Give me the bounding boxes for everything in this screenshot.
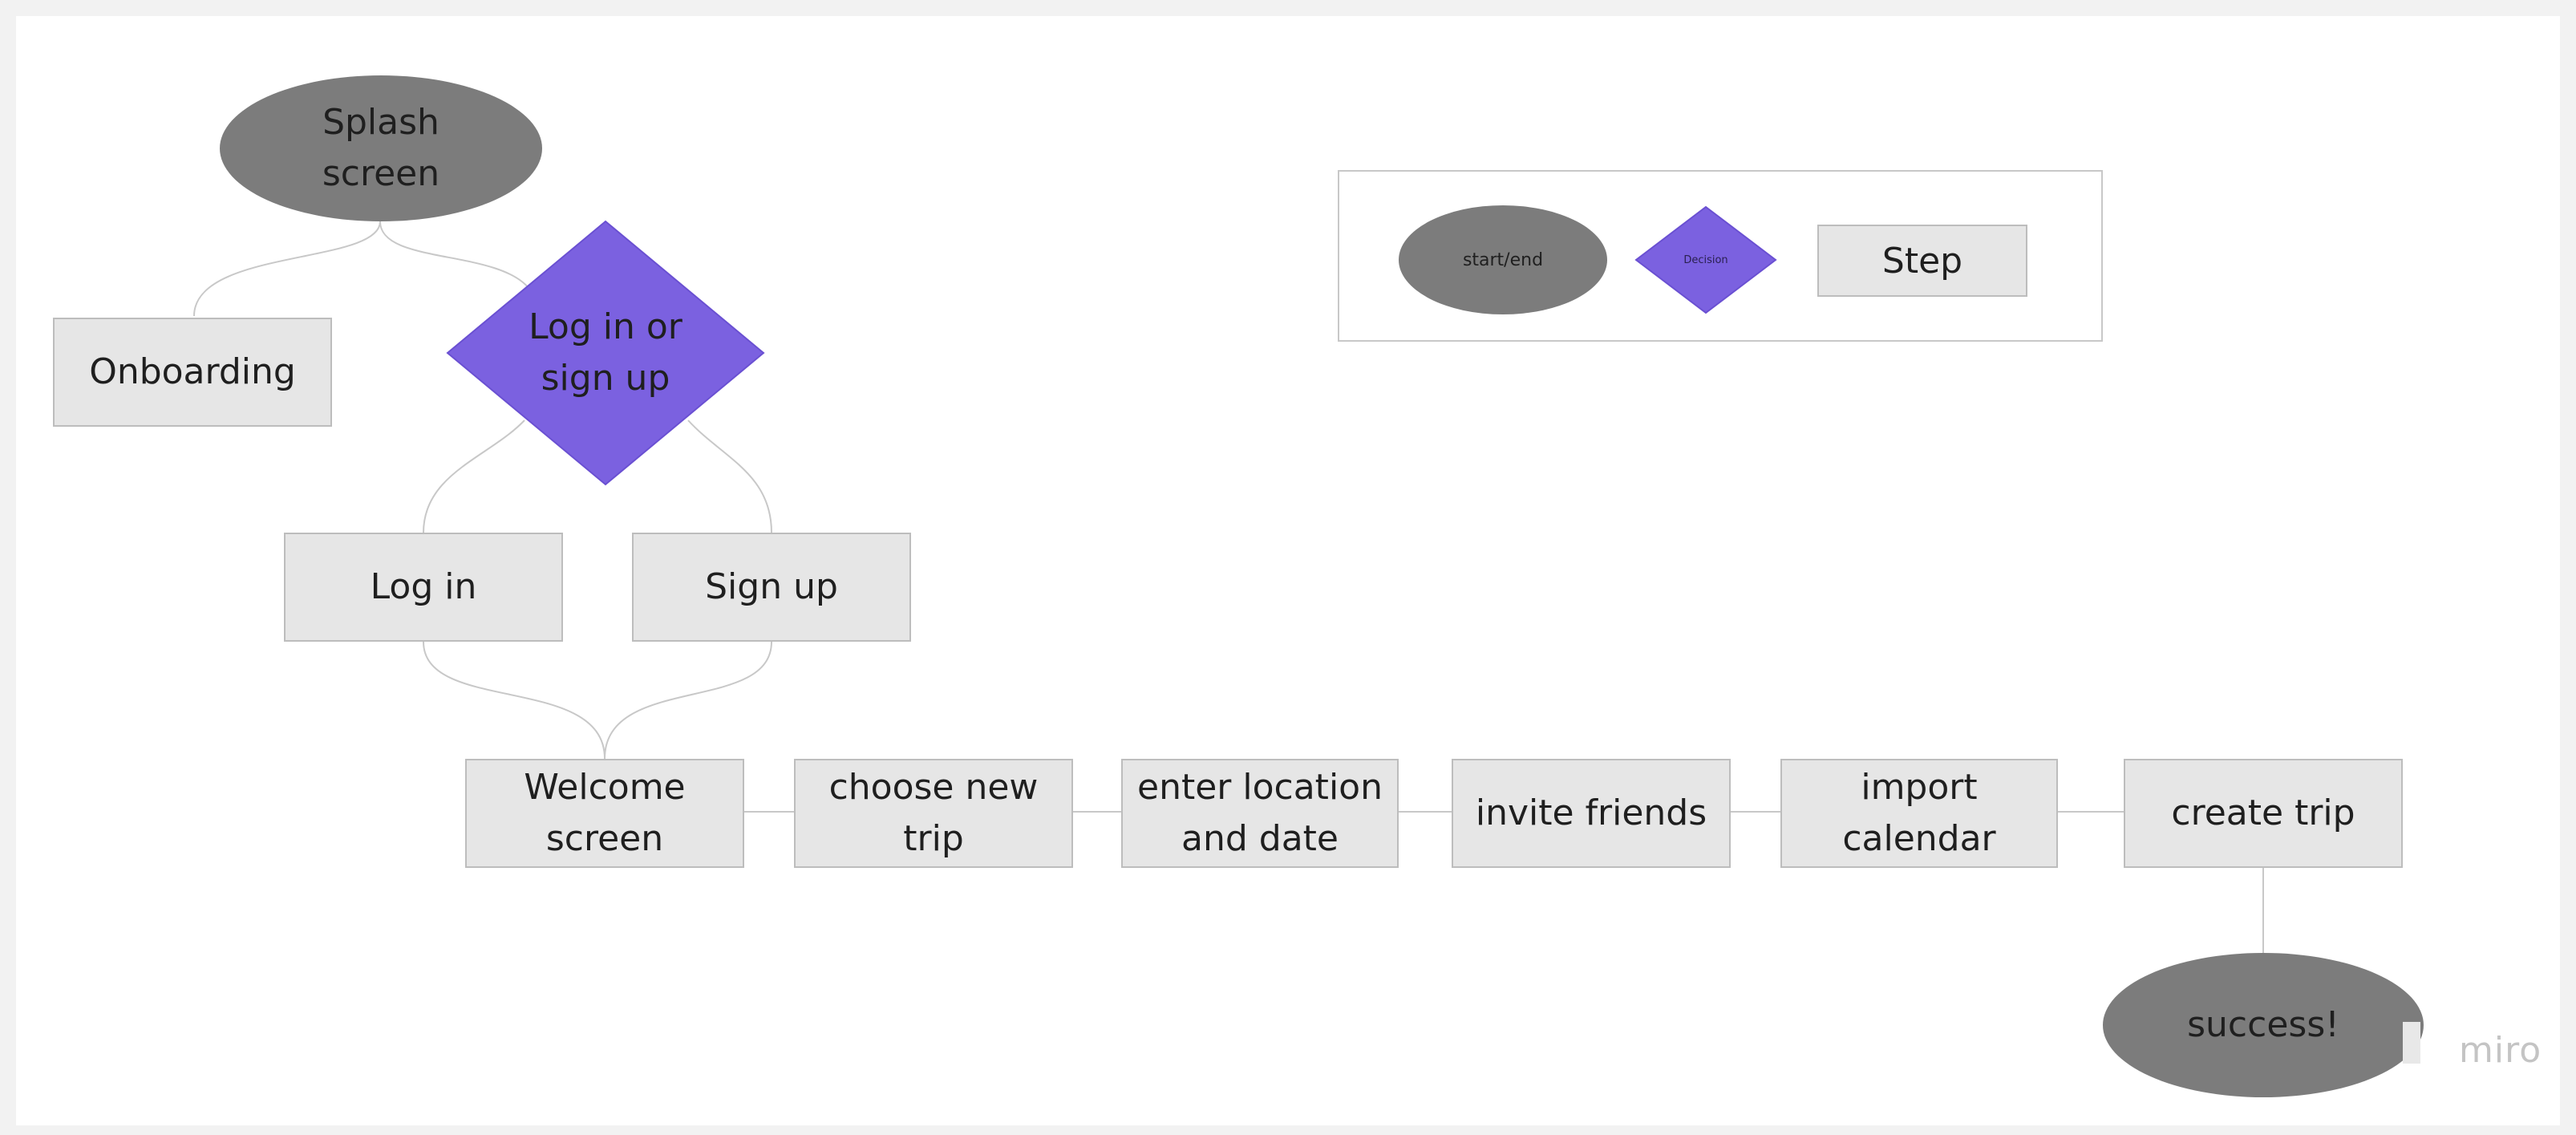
connector-splash-onboarding: [193, 221, 381, 317]
legend-start-end-shape: start/end: [1399, 205, 1607, 314]
legend-step-shape: Step: [1817, 225, 2027, 297]
decision-label: Log in or sign up: [529, 306, 682, 399]
legend-step-label: Step: [1881, 240, 1963, 282]
watermark-mark: [2403, 1022, 2420, 1064]
invite-friends-step[interactable]: invite friends: [1452, 759, 1731, 868]
splash-screen-node[interactable]: Splash screen: [220, 75, 542, 221]
miro-watermark: miro: [2459, 1030, 2542, 1071]
login-step[interactable]: Log in: [284, 533, 563, 642]
import-calendar-step[interactable]: import calendar: [1780, 759, 2058, 868]
signup-step[interactable]: Sign up: [632, 533, 911, 642]
success-end-node[interactable]: success!: [2103, 953, 2424, 1097]
connector-login-welcome: [423, 641, 606, 760]
connector-signup-welcome: [604, 641, 772, 760]
legend-decision-shape: Decision: [1634, 205, 1777, 314]
login-or-signup-decision[interactable]: Log in or sign up: [446, 220, 765, 486]
legend-start-end-label: start/end: [1462, 249, 1544, 270]
welcome-screen-step[interactable]: Welcome screen: [465, 759, 744, 868]
enter-location-step[interactable]: enter location and date: [1121, 759, 1399, 868]
create-trip-step[interactable]: create trip: [2124, 759, 2403, 868]
legend-decision-label: Decision: [1683, 253, 1728, 266]
choose-new-trip-step[interactable]: choose new trip: [794, 759, 1073, 868]
onboarding-step[interactable]: Onboarding: [53, 318, 332, 427]
